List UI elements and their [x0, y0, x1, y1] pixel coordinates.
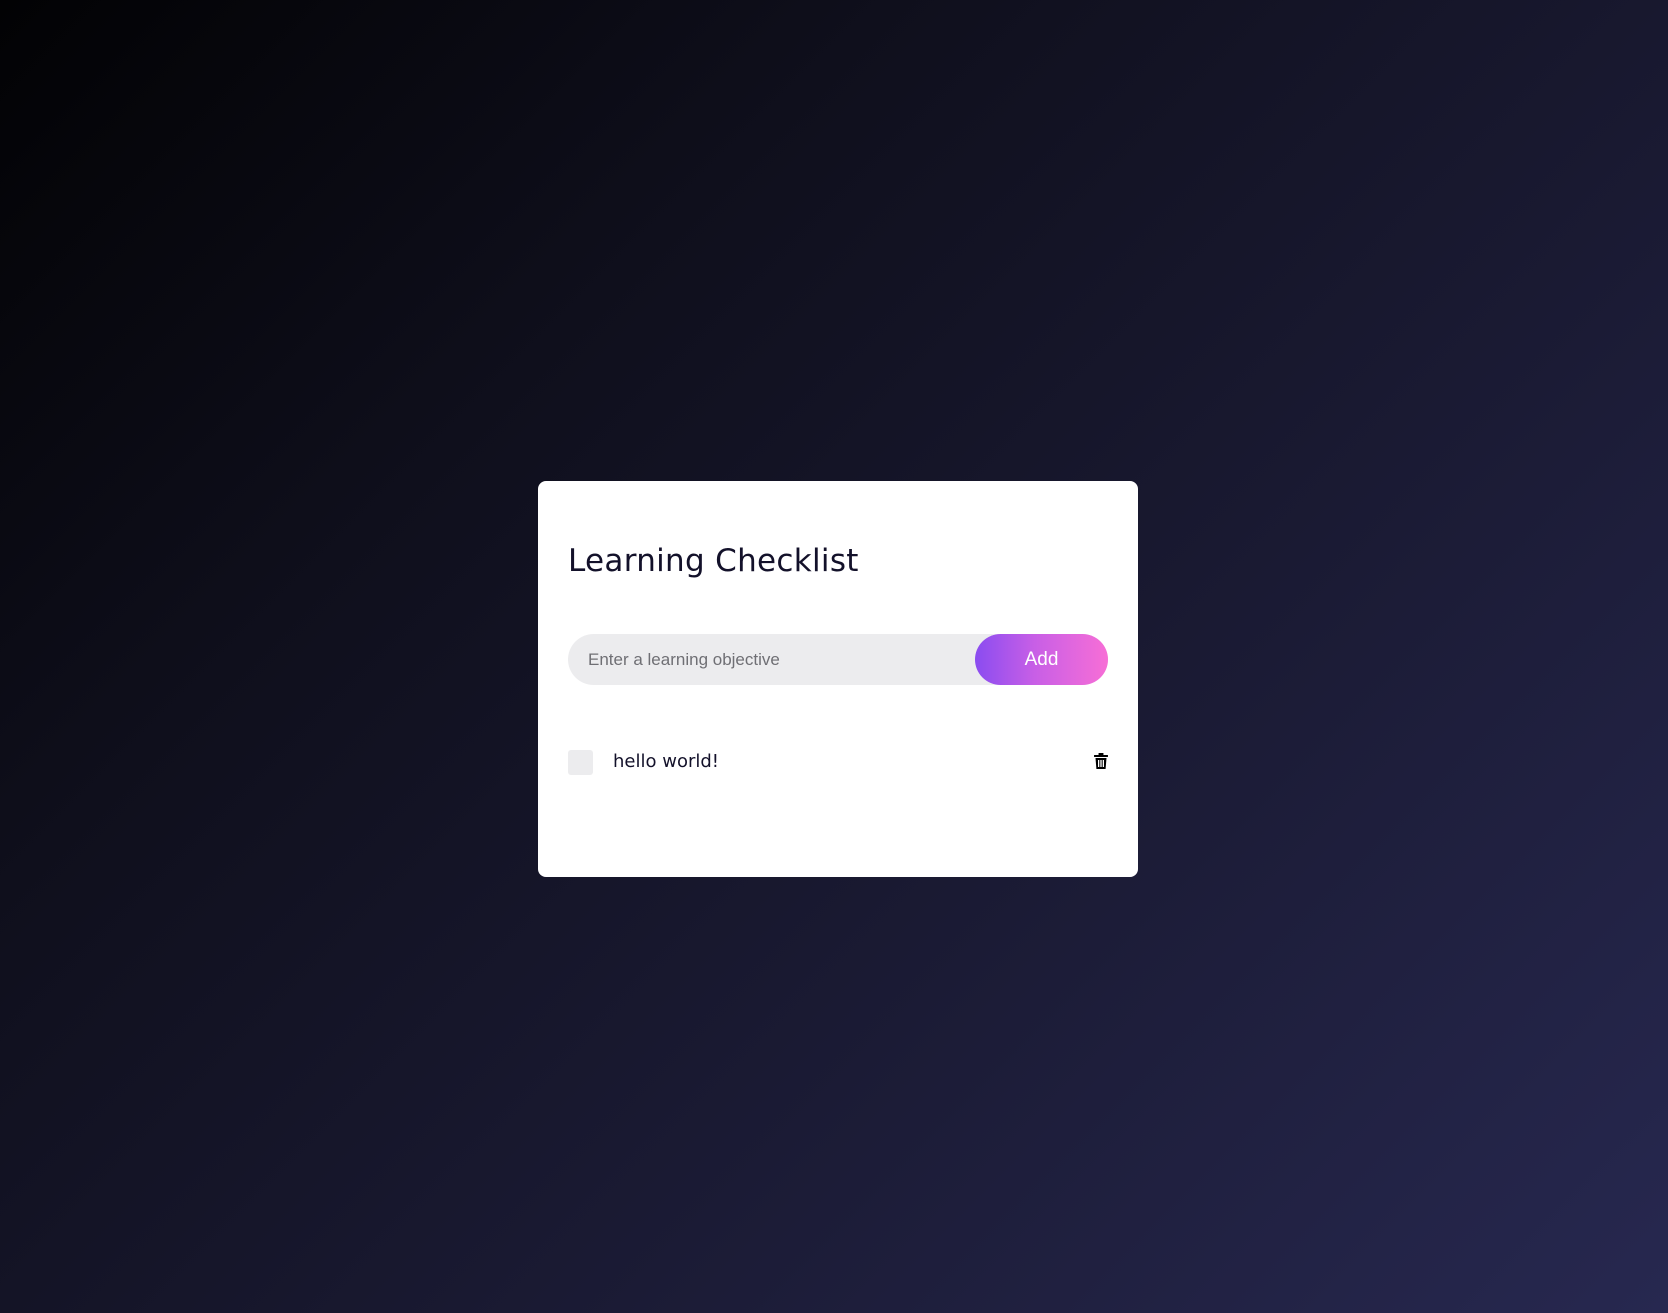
trash-icon [1094, 753, 1108, 769]
item-label: hello world! [613, 751, 719, 772]
page-title: Learning Checklist [568, 543, 859, 579]
objective-input-row: Add [568, 634, 1108, 685]
checklist-card: Learning Checklist Add hello world! [538, 481, 1138, 877]
add-button[interactable]: Add [975, 634, 1108, 685]
item-checkbox[interactable] [568, 750, 593, 775]
list-item: hello world! [568, 749, 1108, 777]
todo-list: hello world! [568, 749, 1108, 777]
objective-input[interactable] [568, 634, 968, 685]
delete-button[interactable] [1094, 753, 1110, 771]
